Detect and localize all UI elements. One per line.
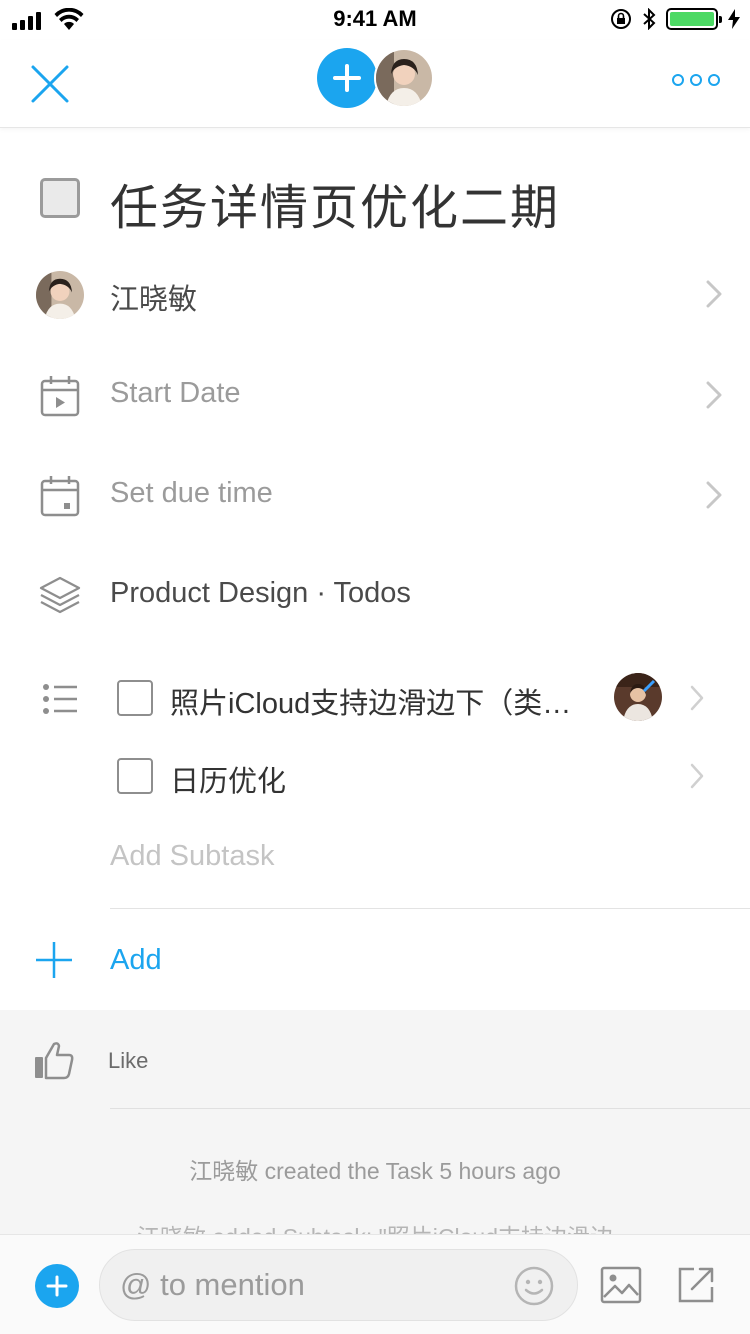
- subtask-assignee-avatar: [614, 673, 662, 721]
- divider: [110, 1108, 750, 1109]
- subtask-title: 照片iCloud支持边滑边下（类似微信大图的交互）: [170, 688, 600, 720]
- comment-composer: [0, 1234, 750, 1334]
- more-icon: [672, 74, 684, 86]
- subtask-item[interactable]: 照片iCloud支持边滑边下（类似微信大图的交互）: [0, 661, 750, 739]
- attach-button[interactable]: [35, 1264, 79, 1308]
- project-row[interactable]: Product Design · Todos: [0, 547, 750, 647]
- subtask-checkbox[interactable]: [117, 680, 153, 716]
- subtask-item[interactable]: 日历优化: [0, 739, 750, 817]
- share-icon[interactable]: [676, 1265, 716, 1305]
- project-label: Product Design · Todos: [110, 577, 411, 609]
- subtask-checkbox[interactable]: [117, 758, 153, 794]
- close-icon: [31, 65, 69, 103]
- due-time-row[interactable]: Set due time: [0, 447, 750, 547]
- member-avatar[interactable]: [374, 48, 434, 108]
- chevron-right-icon: [706, 381, 722, 409]
- orientation-lock-icon: [611, 9, 631, 29]
- chevron-right-icon: [706, 280, 722, 308]
- like-label: Like: [108, 1048, 149, 1073]
- activity-entry: 江晓敏 added Subtask: "照片iCloud支持边滑边: [0, 1218, 750, 1234]
- task-complete-checkbox[interactable]: [40, 178, 80, 218]
- comment-input[interactable]: [99, 1249, 578, 1321]
- task-header: [0, 40, 750, 128]
- calendar-start-icon: [40, 376, 80, 417]
- chevron-right-icon: [706, 481, 722, 509]
- status-bar: 9:41 AM: [0, 0, 750, 40]
- start-date-row[interactable]: Start Date: [0, 347, 750, 447]
- due-time-label: Set due time: [110, 477, 273, 509]
- plus-icon: [36, 942, 72, 978]
- add-subtask-input[interactable]: Add Subtask: [110, 840, 274, 873]
- add-member-button[interactable]: [317, 48, 377, 108]
- task-title[interactable]: 任务详情页优化二期: [110, 168, 560, 238]
- activity-entry: 江晓敏 created the Task 5 hours ago: [189, 1158, 561, 1184]
- subtask-title: 日历优化: [170, 766, 287, 798]
- plus-icon: [333, 64, 361, 92]
- more-button[interactable]: [672, 74, 720, 86]
- chevron-right-icon: [690, 763, 704, 789]
- assignee-row[interactable]: 江晓敏: [0, 246, 750, 346]
- thumbs-up-icon: [35, 1042, 74, 1080]
- add-button[interactable]: Add: [0, 910, 750, 1010]
- close-button[interactable]: [28, 62, 72, 106]
- calendar-due-icon: [40, 476, 80, 517]
- add-label: Add: [110, 944, 162, 976]
- chevron-right-icon: [690, 685, 704, 711]
- layers-icon: [39, 576, 81, 614]
- bluetooth-icon: [643, 8, 656, 30]
- divider: [110, 908, 750, 909]
- task-title-row: 任务详情页优化二期: [0, 150, 750, 250]
- charging-icon: [728, 9, 740, 29]
- assignee-avatar: [36, 271, 84, 319]
- start-date-label: Start Date: [110, 377, 241, 409]
- image-icon[interactable]: [600, 1265, 642, 1305]
- activity-section: Like 江晓敏 created the Task 5 hours ago 江晓…: [0, 1010, 750, 1234]
- plus-icon: [46, 1275, 68, 1297]
- emoji-icon[interactable]: [513, 1265, 555, 1307]
- assignee-name: 江晓敏: [110, 284, 198, 316]
- battery-icon: [666, 8, 722, 30]
